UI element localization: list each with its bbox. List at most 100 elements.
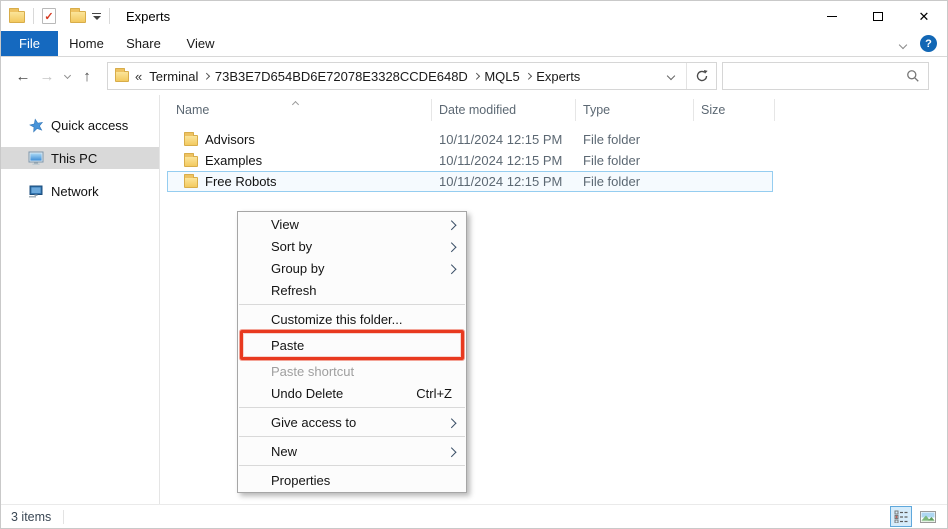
minimize-button[interactable]: [809, 1, 855, 31]
qat-customize-dropdown-icon[interactable]: [92, 12, 101, 20]
submenu-arrow-icon: [446, 261, 456, 276]
breadcrumb-overflow-icon[interactable]: «: [135, 69, 142, 84]
app-folder-icon: [9, 8, 25, 23]
menu-separator: [239, 465, 465, 466]
network-icon: [28, 184, 44, 199]
thumbnails-view-icon: [920, 510, 936, 523]
menu-item-refresh[interactable]: Refresh: [238, 279, 466, 301]
sidebar-item-this-pc[interactable]: This PC: [1, 147, 159, 169]
menu-item-sort-by[interactable]: Sort by: [238, 235, 466, 257]
menu-item-properties[interactable]: Properties: [238, 469, 466, 491]
main-area: Quick access This PC Network Name Date m…: [1, 95, 947, 504]
column-header-name[interactable]: Name: [161, 99, 432, 121]
expand-ribbon-icon[interactable]: [898, 36, 908, 51]
address-bar[interactable]: « Terminal 73B3E7D654BD6E72078E3328CCDE6…: [107, 62, 717, 90]
ribbon-tab-row: File Home Share View ?: [1, 31, 947, 57]
file-type: File folder: [583, 153, 641, 168]
divider: [63, 509, 65, 524]
folder-icon: [184, 132, 198, 146]
file-type: File folder: [583, 174, 641, 189]
back-button[interactable]: ←: [11, 69, 35, 84]
file-date-modified: 10/11/2024 12:15 PM: [439, 174, 563, 189]
sidebar-item-label: This PC: [51, 150, 98, 166]
tab-view[interactable]: View: [172, 31, 229, 56]
file-date-modified: 10/11/2024 12:15 PM: [439, 132, 563, 147]
thumbnails-view-button[interactable]: [917, 506, 939, 527]
file-date-modified: 10/11/2024 12:15 PM: [439, 153, 563, 168]
window-title: Experts: [126, 8, 171, 24]
details-view-icon: [894, 510, 908, 523]
tab-file[interactable]: File: [1, 31, 58, 56]
folder-icon: [184, 153, 198, 167]
chevron-right-icon: [203, 72, 210, 80]
menu-item-paste-shortcut: Paste shortcut: [271, 363, 355, 379]
keyboard-shortcut: Ctrl+Z: [416, 385, 452, 401]
items-count: 3 items: [11, 509, 52, 524]
maximize-icon: [873, 11, 883, 21]
search-input[interactable]: [723, 63, 928, 89]
divider: [33, 8, 34, 24]
chevron-right-icon: [524, 72, 532, 80]
menu-item-give-access-to[interactable]: Give access to: [238, 411, 466, 433]
submenu-arrow-icon: [446, 415, 456, 430]
help-icon[interactable]: ?: [920, 35, 937, 52]
file-explorer-window: ✓ Experts ✕ File Home Share View ? ← → ↑: [0, 0, 948, 529]
properties-check-icon[interactable]: ✓: [42, 8, 56, 24]
address-folder-icon: [115, 67, 129, 82]
maximize-button[interactable]: [855, 1, 901, 31]
menu-item-group-by[interactable]: Group by: [238, 257, 466, 279]
column-header-size[interactable]: Size: [694, 99, 775, 121]
close-icon: ✕: [918, 8, 930, 24]
recent-locations-dropdown-icon[interactable]: [59, 71, 75, 79]
tab-home[interactable]: Home: [58, 31, 115, 56]
new-folder-icon[interactable]: [70, 8, 86, 23]
menu-item-undo-delete[interactable]: Undo Delete Ctrl+Z: [238, 382, 466, 404]
folder-icon: [184, 174, 198, 188]
breadcrumb-guid[interactable]: 73B3E7D654BD6E72078E3328CCDE648D: [210, 69, 473, 84]
tab-share[interactable]: Share: [115, 31, 172, 56]
file-name: Free Robots: [205, 174, 277, 189]
sidebar-item-network[interactable]: Network: [1, 180, 159, 202]
column-header-date-modified[interactable]: Date modified: [432, 99, 576, 121]
submenu-arrow-icon: [446, 444, 456, 459]
search-box[interactable]: [722, 62, 929, 90]
menu-item-customize-this-folder[interactable]: Customize this folder...: [238, 308, 466, 330]
navigation-bar: ← → ↑ « Terminal 73B3E7D654BD6E72078E332…: [1, 57, 947, 95]
star-icon: [28, 118, 44, 133]
submenu-arrow-icon: [446, 217, 456, 232]
forward-button[interactable]: →: [35, 69, 59, 84]
refresh-button[interactable]: [687, 63, 716, 89]
breadcrumb-mql5[interactable]: MQL5: [479, 69, 524, 84]
navigation-pane: Quick access This PC Network: [1, 95, 160, 504]
title-bar: ✓ Experts ✕: [1, 1, 947, 31]
chevron-right-icon: [472, 72, 480, 80]
details-view-button[interactable]: [890, 506, 912, 527]
column-header-type[interactable]: Type: [576, 99, 694, 121]
status-bar: 3 items: [1, 504, 947, 528]
divider: [109, 8, 110, 24]
menu-item-paste[interactable]: Paste: [238, 330, 466, 360]
file-row-advisors[interactable]: Advisors 10/11/2024 12:15 PM File folder: [161, 129, 947, 150]
context-menu: View Sort by Group by Refresh Customize …: [237, 211, 467, 493]
up-button[interactable]: ↑: [75, 69, 99, 84]
breadcrumb-experts[interactable]: Experts: [531, 69, 585, 84]
menu-item-new[interactable]: New: [238, 440, 466, 462]
menu-item-view[interactable]: View: [238, 213, 466, 235]
minimize-icon: [827, 15, 837, 17]
search-icon: [907, 70, 919, 82]
sidebar-item-quick-access[interactable]: Quick access: [1, 114, 159, 136]
close-button[interactable]: ✕: [901, 1, 947, 31]
refresh-icon: [696, 70, 708, 82]
file-name: Examples: [205, 153, 263, 168]
file-name: Advisors: [205, 132, 255, 147]
menu-separator: [239, 436, 465, 437]
submenu-arrow-icon: [446, 239, 456, 254]
menu-separator: [239, 407, 465, 408]
file-row-free-robots[interactable]: Free Robots 10/11/2024 12:15 PM File fol…: [161, 171, 947, 192]
window-controls: ✕: [809, 1, 947, 31]
address-dropdown-icon[interactable]: [666, 71, 676, 81]
column-headers: Name Date modified Type Size: [161, 99, 947, 121]
breadcrumb-terminal[interactable]: Terminal: [144, 69, 203, 84]
sidebar-item-label: Network: [51, 183, 99, 199]
file-row-examples[interactable]: Examples 10/11/2024 12:15 PM File folder: [161, 150, 947, 171]
